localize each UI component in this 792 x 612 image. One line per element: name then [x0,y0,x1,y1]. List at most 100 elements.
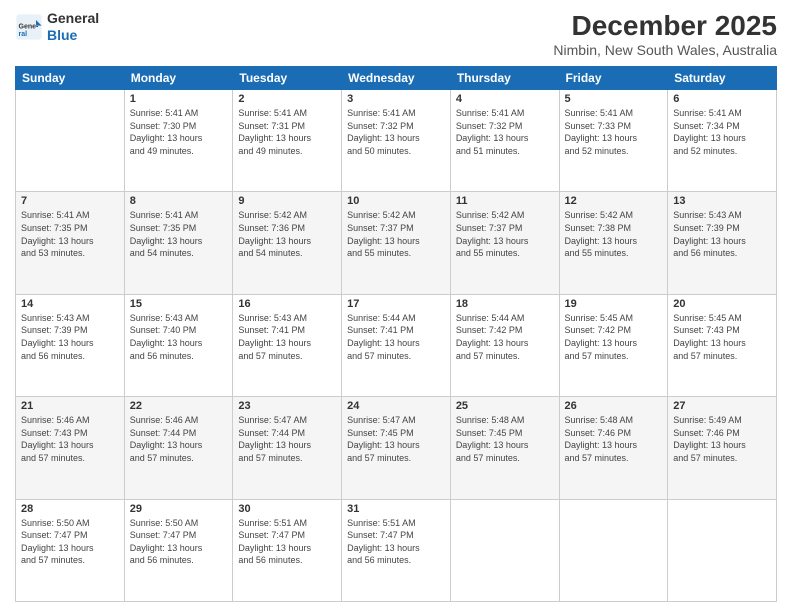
day-number: 1 [130,93,228,105]
cell-info: Sunrise: 5:48 AM Sunset: 7:46 PM Dayligh… [565,414,663,464]
cell-info: Sunrise: 5:44 AM Sunset: 7:42 PM Dayligh… [456,312,554,362]
cell-info: Sunrise: 5:41 AM Sunset: 7:33 PM Dayligh… [565,107,663,157]
day-number: 5 [565,93,663,105]
week-row-0: 1Sunrise: 5:41 AM Sunset: 7:30 PM Daylig… [16,90,777,192]
calendar-cell: 9 Sunrise: 5:42 AM Sunset: 7:36 PM Daylig… [233,192,342,294]
day-number: 17 [347,298,445,310]
calendar-cell: 4 Sunrise: 5:41 AM Sunset: 7:32 PM Daylig… [450,90,559,192]
calendar-cell: 27Sunrise: 5:49 AM Sunset: 7:46 PM Dayli… [668,397,777,499]
calendar-cell: 5 Sunrise: 5:41 AM Sunset: 7:33 PM Daylig… [559,90,668,192]
cell-info: Sunrise: 5:42 AM Sunset: 7:36 PM Dayligh… [238,209,336,259]
calendar-cell: 20 Sunrise: 5:45 AM Sunset: 7:43 PM Dayli… [668,294,777,396]
cell-info: Sunrise: 5:41 AM Sunset: 7:35 PM Dayligh… [21,209,119,259]
day-number: 27 [673,400,771,412]
month-title: December 2025 [553,10,777,42]
calendar-cell: 16Sunrise: 5:43 AM Sunset: 7:41 PM Dayli… [233,294,342,396]
day-number: 20 [673,298,771,310]
calendar-cell: 12Sunrise: 5:42 AM Sunset: 7:38 PM Dayli… [559,192,668,294]
day-number: 28 [21,503,119,515]
calendar-cell: 1Sunrise: 5:41 AM Sunset: 7:30 PM Daylig… [124,90,233,192]
week-row-3: 21 Sunrise: 5:46 AM Sunset: 7:43 PM Dayli… [16,397,777,499]
weekday-header-friday: Friday [559,67,668,90]
day-number: 11 [456,195,554,207]
logo-general: General [47,10,99,27]
cell-info: Sunrise: 5:41 AM Sunset: 7:35 PM Dayligh… [130,209,228,259]
calendar-cell: 18 Sunrise: 5:44 AM Sunset: 7:42 PM Dayli… [450,294,559,396]
calendar-table: SundayMondayTuesdayWednesdayThursdayFrid… [15,66,777,602]
day-number: 9 [238,195,336,207]
cell-info: Sunrise: 5:44 AM Sunset: 7:41 PM Dayligh… [347,312,445,362]
day-number: 21 [21,400,119,412]
calendar-cell: 7 Sunrise: 5:41 AM Sunset: 7:35 PM Daylig… [16,192,125,294]
day-number: 7 [21,195,119,207]
day-number: 2 [238,93,336,105]
day-number: 25 [456,400,554,412]
weekday-header-row: SundayMondayTuesdayWednesdayThursdayFrid… [16,67,777,90]
calendar-cell [668,499,777,601]
logo-icon: Gene- ral [15,13,43,41]
cell-info: Sunrise: 5:50 AM Sunset: 7:47 PM Dayligh… [130,517,228,567]
day-number: 6 [673,93,771,105]
calendar-cell: 6 Sunrise: 5:41 AM Sunset: 7:34 PM Daylig… [668,90,777,192]
calendar-cell: 13Sunrise: 5:43 AM Sunset: 7:39 PM Dayli… [668,192,777,294]
day-number: 4 [456,93,554,105]
cell-info: Sunrise: 5:46 AM Sunset: 7:44 PM Dayligh… [130,414,228,464]
location: Nimbin, New South Wales, Australia [553,42,777,58]
weekday-header-tuesday: Tuesday [233,67,342,90]
cell-info: Sunrise: 5:42 AM Sunset: 7:37 PM Dayligh… [456,209,554,259]
cell-info: Sunrise: 5:41 AM Sunset: 7:32 PM Dayligh… [456,107,554,157]
cell-info: Sunrise: 5:45 AM Sunset: 7:42 PM Dayligh… [565,312,663,362]
calendar-cell: 2 Sunrise: 5:41 AM Sunset: 7:31 PM Daylig… [233,90,342,192]
calendar-cell [559,499,668,601]
calendar-cell: 19 Sunrise: 5:45 AM Sunset: 7:42 PM Dayli… [559,294,668,396]
day-number: 15 [130,298,228,310]
cell-info: Sunrise: 5:51 AM Sunset: 7:47 PM Dayligh… [238,517,336,567]
day-number: 10 [347,195,445,207]
cell-info: Sunrise: 5:46 AM Sunset: 7:43 PM Dayligh… [21,414,119,464]
calendar-cell: 30 Sunrise: 5:51 AM Sunset: 7:47 PM Dayli… [233,499,342,601]
cell-info: Sunrise: 5:41 AM Sunset: 7:32 PM Dayligh… [347,107,445,157]
calendar-cell [450,499,559,601]
calendar-cell: 8 Sunrise: 5:41 AM Sunset: 7:35 PM Daylig… [124,192,233,294]
cell-info: Sunrise: 5:45 AM Sunset: 7:43 PM Dayligh… [673,312,771,362]
weekday-header-saturday: Saturday [668,67,777,90]
calendar-cell [16,90,125,192]
calendar-cell: 22 Sunrise: 5:46 AM Sunset: 7:44 PM Dayli… [124,397,233,499]
page-header: Gene- ral General Blue December 2025 Nim… [15,10,777,58]
cell-info: Sunrise: 5:47 AM Sunset: 7:44 PM Dayligh… [238,414,336,464]
cell-info: Sunrise: 5:50 AM Sunset: 7:47 PM Dayligh… [21,517,119,567]
day-number: 23 [238,400,336,412]
day-number: 18 [456,298,554,310]
day-number: 8 [130,195,228,207]
day-number: 30 [238,503,336,515]
week-row-1: 7 Sunrise: 5:41 AM Sunset: 7:35 PM Daylig… [16,192,777,294]
cell-info: Sunrise: 5:41 AM Sunset: 7:31 PM Dayligh… [238,107,336,157]
calendar-cell: 17 Sunrise: 5:44 AM Sunset: 7:41 PM Dayli… [342,294,451,396]
cell-info: Sunrise: 5:41 AM Sunset: 7:34 PM Dayligh… [673,107,771,157]
calendar-cell: 29 Sunrise: 5:50 AM Sunset: 7:47 PM Dayli… [124,499,233,601]
day-number: 16 [238,298,336,310]
logo-text: General Blue [47,10,99,44]
svg-text:ral: ral [19,31,28,38]
calendar-cell: 10 Sunrise: 5:42 AM Sunset: 7:37 PM Dayli… [342,192,451,294]
logo: Gene- ral General Blue [15,10,99,44]
day-number: 14 [21,298,119,310]
calendar-cell: 14 Sunrise: 5:43 AM Sunset: 7:39 PM Dayli… [16,294,125,396]
calendar-cell: 11 Sunrise: 5:42 AM Sunset: 7:37 PM Dayli… [450,192,559,294]
day-number: 29 [130,503,228,515]
cell-info: Sunrise: 5:43 AM Sunset: 7:39 PM Dayligh… [21,312,119,362]
logo-blue: Blue [47,27,99,44]
day-number: 26 [565,400,663,412]
calendar-cell: 26 Sunrise: 5:48 AM Sunset: 7:46 PM Dayli… [559,397,668,499]
week-row-4: 28 Sunrise: 5:50 AM Sunset: 7:47 PM Dayli… [16,499,777,601]
calendar-cell: 24Sunrise: 5:47 AM Sunset: 7:45 PM Dayli… [342,397,451,499]
day-number: 19 [565,298,663,310]
day-number: 22 [130,400,228,412]
calendar-cell: 15Sunrise: 5:43 AM Sunset: 7:40 PM Dayli… [124,294,233,396]
calendar-cell: 21 Sunrise: 5:46 AM Sunset: 7:43 PM Dayli… [16,397,125,499]
calendar-cell: 28 Sunrise: 5:50 AM Sunset: 7:47 PM Dayli… [16,499,125,601]
cell-info: Sunrise: 5:42 AM Sunset: 7:37 PM Dayligh… [347,209,445,259]
weekday-header-thursday: Thursday [450,67,559,90]
week-row-2: 14 Sunrise: 5:43 AM Sunset: 7:39 PM Dayli… [16,294,777,396]
day-number: 31 [347,503,445,515]
